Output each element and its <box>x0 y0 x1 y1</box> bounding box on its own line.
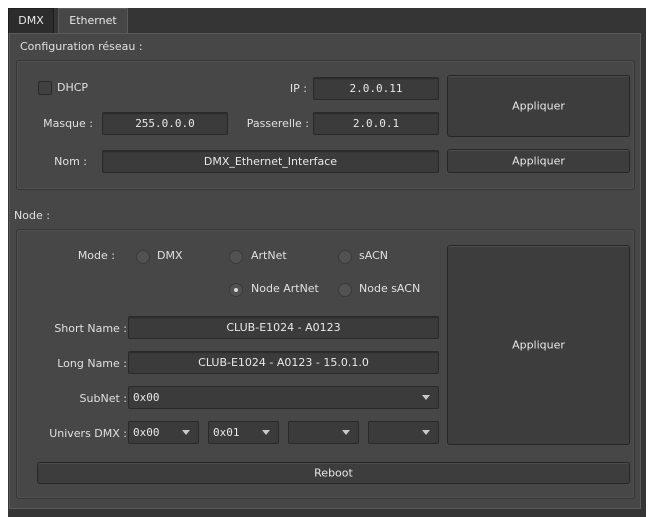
name-label: Nom : <box>54 155 87 168</box>
univers-value-2: 0x01 <box>213 426 240 439</box>
apply-node-label: Appliquer <box>512 338 565 352</box>
chevron-down-icon <box>342 430 350 435</box>
long-name-label: Long Name : <box>57 357 127 370</box>
gateway-field[interactable]: 2.0.0.1 <box>313 112 439 135</box>
apply-node-button[interactable]: Appliquer <box>447 245 630 445</box>
ethernet-panel: Configuration réseau : DHCP IP : 2.0.0.1… <box>9 33 641 509</box>
apply-name-button[interactable]: Appliquer <box>447 149 630 173</box>
mask-field[interactable]: 255.0.0.0 <box>102 112 228 135</box>
chevron-down-icon <box>262 430 270 435</box>
reboot-button[interactable]: Reboot <box>37 462 630 484</box>
chevron-down-icon <box>182 430 190 435</box>
apply-network-label: Appliquer <box>512 99 565 113</box>
subnet-value: 0x00 <box>133 391 160 404</box>
mode-radio-node-sacn-label: Node sACN <box>359 282 421 295</box>
subnet-select[interactable]: 0x00 <box>128 386 439 409</box>
ip-field[interactable]: 2.0.0.11 <box>313 77 439 100</box>
apply-network-button[interactable]: Appliquer <box>447 75 630 137</box>
long-name-field[interactable]: CLUB-E1024 - A0123 - 15.0.1.0 <box>128 351 439 374</box>
dhcp-checkbox[interactable] <box>38 81 52 95</box>
dhcp-label: DHCP <box>57 81 89 94</box>
network-config-label: Configuration réseau : <box>20 40 143 53</box>
mask-label: Masque : <box>43 117 93 130</box>
mode-radio-dmx[interactable] <box>136 250 150 264</box>
ip-label: IP : <box>289 82 307 95</box>
univers-select-2[interactable]: 0x01 <box>208 421 279 444</box>
short-name-label: Short Name : <box>54 322 127 335</box>
chevron-down-icon <box>422 395 430 400</box>
univers-select-1[interactable]: 0x00 <box>128 421 199 444</box>
mode-radio-sacn[interactable] <box>338 250 352 264</box>
mode-radio-artnet[interactable] <box>229 250 243 264</box>
subnet-label: SubNet : <box>79 392 127 405</box>
univers-select-4[interactable] <box>368 421 439 444</box>
mode-label: Mode : <box>77 249 115 262</box>
mode-radio-dmx-label: DMX <box>157 249 183 262</box>
tab-dmx[interactable]: DMX <box>8 8 54 33</box>
gateway-label: Passerelle : <box>246 117 309 130</box>
mode-radio-node-artnet-label: Node ArtNet <box>251 282 319 295</box>
mode-radio-node-sacn[interactable] <box>338 283 352 297</box>
apply-name-label: Appliquer <box>512 154 565 168</box>
reboot-label: Reboot <box>314 466 353 480</box>
mode-radio-artnet-label: ArtNet <box>251 249 287 262</box>
short-name-field[interactable]: CLUB-E1024 - A0123 <box>128 316 439 339</box>
chevron-down-icon <box>422 430 430 435</box>
name-field[interactable]: DMX_Ethernet_Interface <box>102 150 439 173</box>
univers-label: Univers DMX : <box>49 427 127 440</box>
node-group: Mode : DMX ArtNet sACN Node ArtNet Node … <box>16 229 635 499</box>
tab-ethernet[interactable]: Ethernet <box>58 8 128 33</box>
univers-select-3[interactable] <box>288 421 359 444</box>
univers-value-1: 0x00 <box>133 426 160 439</box>
network-config-group: DHCP IP : 2.0.0.11 Appliquer Masque : 25… <box>16 60 635 190</box>
mode-radio-node-artnet[interactable] <box>229 283 243 297</box>
mode-radio-sacn-label: sACN <box>359 249 388 262</box>
node-label: Node : <box>14 209 50 222</box>
settings-window: DMX Ethernet Configuration réseau : DHCP… <box>8 8 646 517</box>
